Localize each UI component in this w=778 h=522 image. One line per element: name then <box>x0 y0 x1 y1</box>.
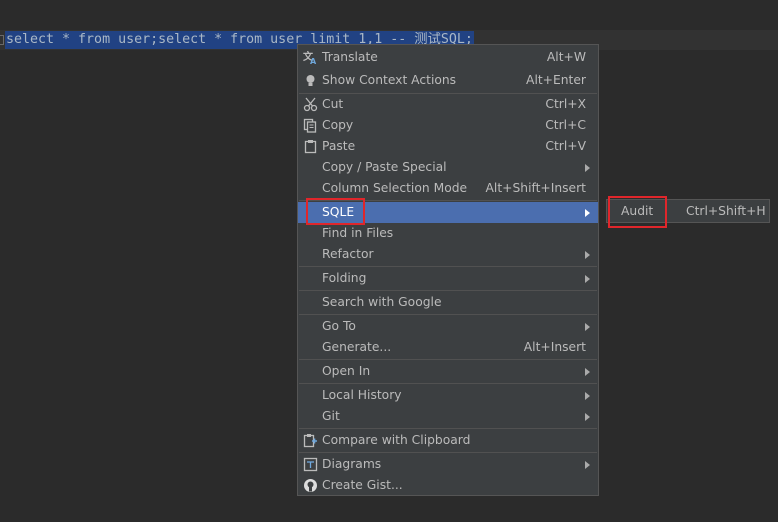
menu-item-show-context-actions[interactable]: Show Context Actions Alt+Enter <box>298 70 598 91</box>
menu-separator <box>299 359 597 360</box>
menu-item-search-with-google[interactable]: Search with Google <box>298 292 598 313</box>
menu-item-translate[interactable]: 文A Translate Alt+W <box>298 47 598 68</box>
submenu-arrow-icon <box>585 164 590 172</box>
menu-item-copy[interactable]: Copy Ctrl+C <box>298 115 598 136</box>
menu-item-label: Create Gist... <box>322 478 403 492</box>
menu-item-column-selection-mode[interactable]: Column Selection Mode Alt+Shift+Insert <box>298 178 598 199</box>
menu-separator <box>299 452 597 453</box>
clipboard-icon <box>303 139 318 154</box>
submenu-arrow-icon <box>585 251 590 259</box>
shortcut-label: Ctrl+Shift+H <box>686 204 766 218</box>
submenu-arrow-icon <box>585 413 590 421</box>
menu-item-label: Go To <box>322 319 356 333</box>
shortcut-label: Ctrl+V <box>545 139 586 153</box>
menu-item-label: Generate... <box>322 340 392 354</box>
compare-clipboard-icon <box>303 433 318 448</box>
shortcut-label: Alt+Shift+Insert <box>485 181 586 195</box>
menu-separator <box>299 266 597 267</box>
sqle-highlight-box <box>306 198 365 225</box>
translate-icon: 文A <box>303 50 318 65</box>
menu-item-label: Compare with Clipboard <box>322 433 471 447</box>
github-icon <box>303 478 318 493</box>
menu-item-generate[interactable]: Generate... Alt+Insert <box>298 337 598 358</box>
menu-item-label: Open In <box>322 364 371 378</box>
menu-item-label: Paste <box>322 139 356 153</box>
menu-item-diagrams[interactable]: Diagrams <box>298 454 598 475</box>
menu-item-open-in[interactable]: Open In <box>298 361 598 382</box>
menu-item-cut[interactable]: Cut Ctrl+X <box>298 94 598 115</box>
submenu-arrow-icon <box>585 323 590 331</box>
scissors-icon <box>303 97 318 112</box>
menu-item-local-history[interactable]: Local History <box>298 385 598 406</box>
audit-highlight-box <box>608 196 667 228</box>
menu-item-label: Folding <box>322 271 367 285</box>
lightbulb-icon <box>303 73 318 88</box>
menu-item-label: Copy <box>322 118 354 132</box>
menu-item-paste[interactable]: Paste Ctrl+V <box>298 136 598 157</box>
menu-item-folding[interactable]: Folding <box>298 268 598 289</box>
menu-item-label: Search with Google <box>322 295 442 309</box>
shortcut-label: Ctrl+X <box>545 97 586 111</box>
menu-separator <box>299 290 597 291</box>
shortcut-label: Alt+W <box>546 50 586 64</box>
menu-separator <box>299 428 597 429</box>
menu-item-go-to[interactable]: Go To <box>298 316 598 337</box>
menu-item-label: Find in Files <box>322 226 394 240</box>
shortcut-label: Ctrl+C <box>545 118 586 132</box>
menu-item-git[interactable]: Git <box>298 406 598 427</box>
menu-item-label: Translate <box>322 50 378 64</box>
menu-item-label: Diagrams <box>322 457 382 471</box>
menu-item-label: Git <box>322 409 340 423</box>
submenu-arrow-icon <box>585 275 590 283</box>
svg-text:A: A <box>310 57 317 65</box>
copy-icon <box>303 118 318 133</box>
menu-item-label: Column Selection Mode <box>322 181 468 195</box>
fold-marker-icon[interactable] <box>0 35 4 45</box>
menu-item-find-in-files[interactable]: Find in Files <box>298 223 598 244</box>
menu-separator <box>299 383 597 384</box>
diagram-icon <box>303 457 318 472</box>
submenu-arrow-icon <box>585 461 590 469</box>
menu-item-create-gist[interactable]: Create Gist... <box>298 475 598 496</box>
submenu-arrow-icon <box>585 368 590 376</box>
menu-item-label: Local History <box>322 388 402 402</box>
submenu-arrow-icon <box>585 209 590 217</box>
menu-item-label: Copy / Paste Special <box>322 160 447 174</box>
submenu-arrow-icon <box>585 392 590 400</box>
menu-item-label: Show Context Actions <box>322 73 457 87</box>
menu-item-refactor[interactable]: Refactor <box>298 244 598 265</box>
shortcut-label: Alt+Insert <box>523 340 586 354</box>
menu-item-copy-paste-special[interactable]: Copy / Paste Special <box>298 157 598 178</box>
menu-item-label: Refactor <box>322 247 374 261</box>
shortcut-label: Alt+Enter <box>526 73 586 87</box>
menu-item-label: Cut <box>322 97 344 111</box>
menu-separator <box>299 314 597 315</box>
context-menu: 文A Translate Alt+W Show Context Actions … <box>297 44 599 496</box>
menu-item-compare-with-clipboard[interactable]: Compare with Clipboard <box>298 430 598 451</box>
